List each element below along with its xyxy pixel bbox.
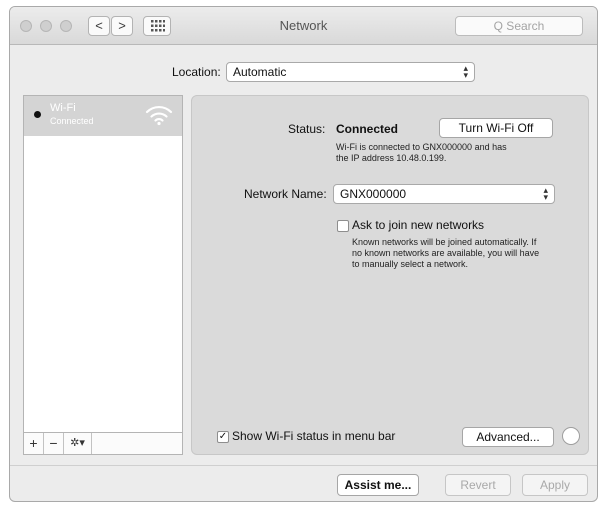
- show-status-checkbox[interactable]: ✓: [217, 431, 229, 443]
- service-status: Connected: [50, 116, 94, 126]
- footer-divider: [10, 465, 597, 466]
- status-description-line2: the IP address 10.48.0.199.: [336, 153, 447, 163]
- location-value: Automatic: [233, 65, 287, 79]
- network-name-value: GNX000000: [340, 187, 407, 201]
- gear-menu-icon[interactable]: ✲▾: [64, 433, 92, 454]
- ask-description-line3: to manually select a network.: [352, 259, 469, 269]
- show-status-label: Show Wi-Fi status in menu bar: [232, 429, 396, 443]
- ask-to-join-label: Ask to join new networks: [352, 218, 485, 232]
- apply-button[interactable]: Apply: [522, 474, 588, 496]
- search-field[interactable]: Q Search: [455, 16, 583, 36]
- ask-description-line1: Known networks will be joined automatica…: [352, 237, 537, 247]
- service-item-wifi[interactable]: Wi-Fi Connected: [24, 96, 182, 136]
- chevron-updown-icon: ▴ ▾: [543, 185, 548, 202]
- service-name: Wi-Fi: [50, 102, 76, 114]
- advanced-button[interactable]: Advanced...: [462, 427, 554, 447]
- title-bar: < > Network Q Search: [10, 7, 597, 45]
- service-list-toolbar: + − ✲▾: [23, 433, 183, 455]
- service-list: Wi-Fi Connected: [23, 95, 183, 433]
- status-description-line1: Wi-Fi is connected to GNX000000 and has: [336, 142, 507, 152]
- location-select[interactable]: Automatic ▴ ▾: [226, 62, 475, 82]
- status-value: Connected: [336, 122, 399, 136]
- status-label: Status:: [288, 122, 326, 136]
- ask-description-line2: no known networks are available, you wil…: [352, 248, 540, 258]
- ask-to-join-checkbox[interactable]: [337, 220, 349, 232]
- turn-wifi-off-button[interactable]: Turn Wi-Fi Off: [439, 118, 553, 138]
- add-service-button[interactable]: +: [24, 433, 44, 454]
- network-name-select[interactable]: GNX000000 ▴ ▾: [333, 184, 555, 204]
- location-label: Location:: [172, 65, 221, 79]
- wifi-settings-panel: Status: Connected Turn Wi-Fi Off Wi-Fi i…: [191, 95, 589, 455]
- revert-button[interactable]: Revert: [445, 474, 511, 496]
- wifi-icon: [145, 105, 173, 126]
- network-name-label: Network Name:: [244, 187, 327, 201]
- help-button[interactable]: [562, 427, 580, 445]
- remove-service-button[interactable]: −: [44, 433, 64, 454]
- status-dot-icon: [34, 111, 41, 118]
- chevron-updown-icon: ▴ ▾: [463, 63, 468, 80]
- assist-me-button[interactable]: Assist me...: [337, 474, 419, 496]
- network-preferences-window: < > Network Q Search Location: Automatic…: [9, 6, 598, 502]
